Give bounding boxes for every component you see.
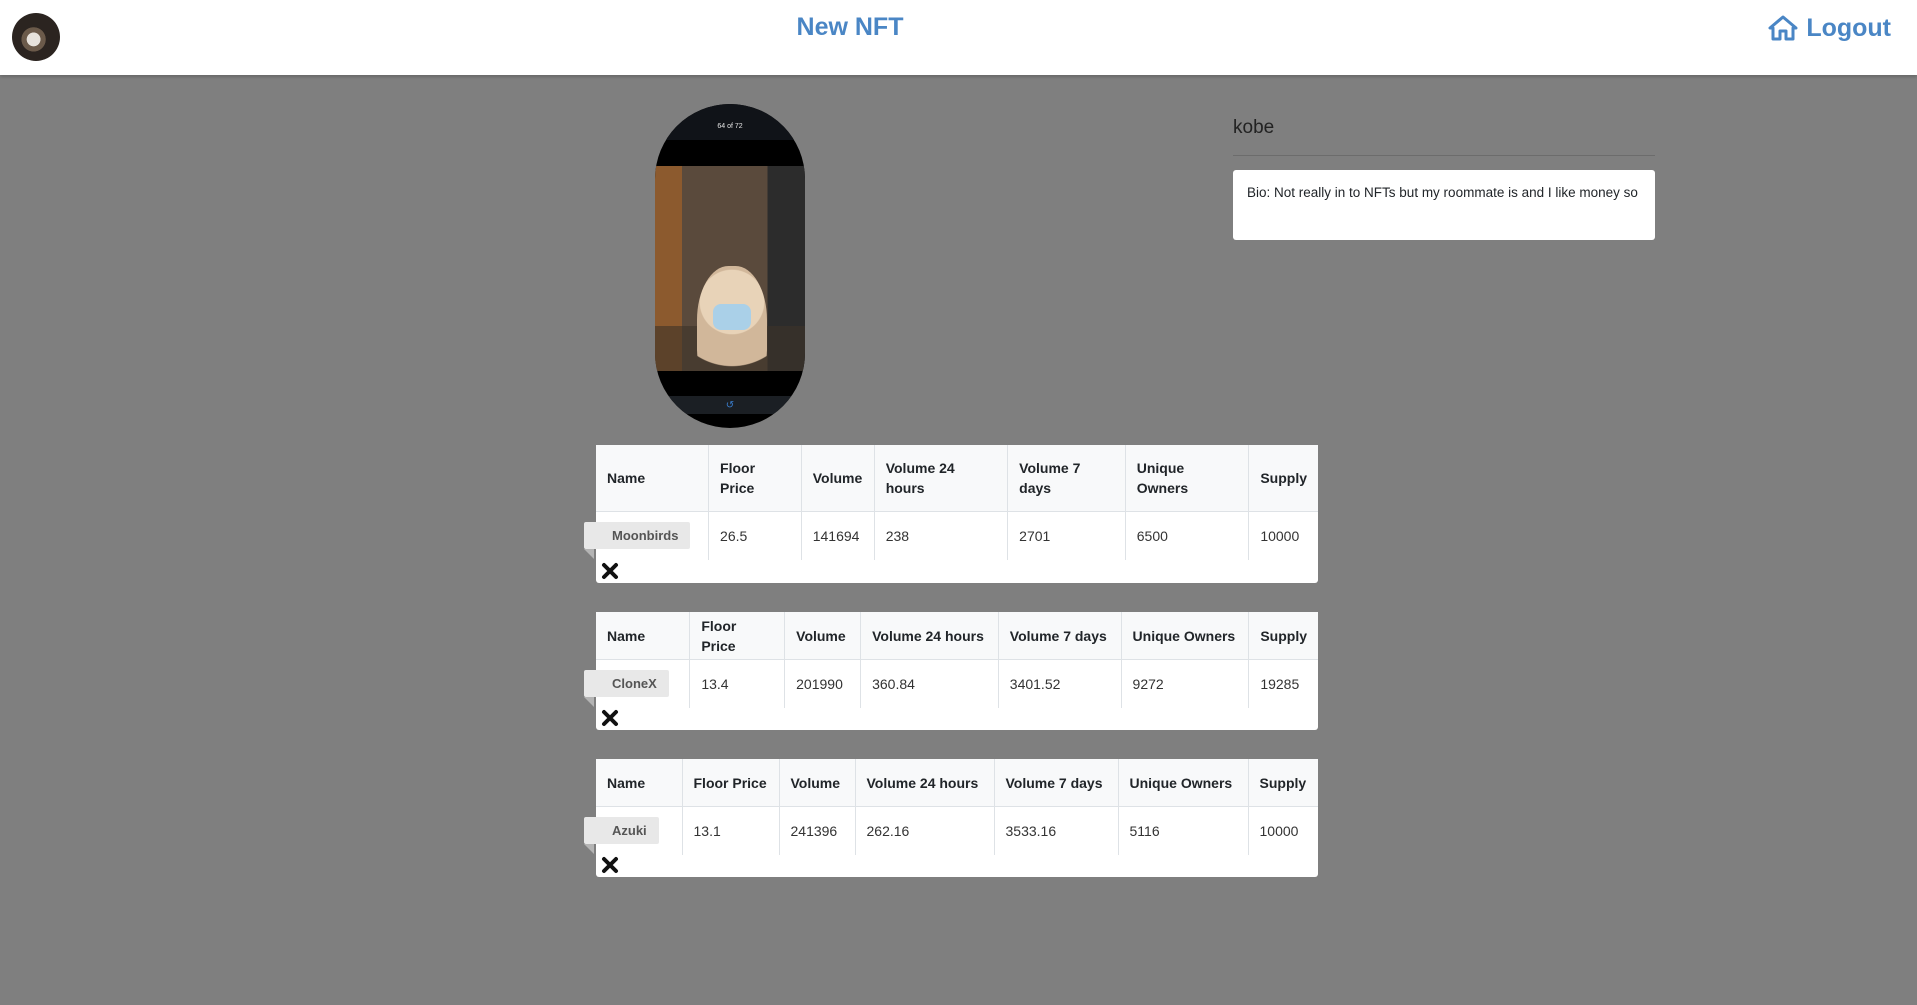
floor-price-cell: 13.1	[681, 806, 779, 855]
header-volume-24h: Volume 24 hours	[860, 612, 999, 660]
header-volume: Volume	[800, 445, 875, 512]
header-volume-24h: Volume 24 hours	[873, 445, 1008, 512]
header-volume-24h: Volume 24 hours	[854, 759, 994, 807]
dog-photo	[655, 166, 805, 386]
volume-cell: 141694	[800, 511, 875, 560]
name-cell: Moonbirds	[584, 512, 709, 561]
header-name: Name	[596, 759, 682, 807]
collection-card-moonbirds: Name Floor Price Volume Volume 24 hours …	[584, 445, 1318, 583]
dog-mask	[713, 304, 751, 330]
header-name: Name	[596, 445, 709, 512]
collection-table: Name Floor Price Volume Volume 24 hours …	[584, 445, 1318, 561]
volume-24h-cell: 262.16	[854, 806, 994, 855]
header-volume: Volume	[778, 759, 855, 807]
photo-header	[655, 104, 805, 140]
header-volume: Volume	[784, 612, 861, 660]
collection-name-tag[interactable]: Azuki	[584, 817, 659, 854]
logout-label: Logout	[1806, 13, 1891, 42]
volume-cell: 201990	[784, 659, 861, 708]
header-supply: Supply	[1248, 612, 1318, 660]
header-unique-owners: Unique Owners	[1124, 445, 1249, 512]
logout-button[interactable]: Logout	[1768, 12, 1891, 44]
supply-cell: 10000	[1247, 806, 1318, 855]
floor-price-cell: 26.5	[708, 511, 802, 560]
header-unique-owners: Unique Owners	[1117, 759, 1248, 807]
collection-table: Name Floor Price Volume Volume 24 hours …	[584, 759, 1318, 856]
header-supply: Supply	[1248, 445, 1318, 512]
volume-cell: 241396	[778, 806, 855, 855]
collection-card-azuki: Name Floor Price Volume Volume 24 hours …	[584, 759, 1318, 877]
unique-owners-cell: 9272	[1120, 659, 1249, 708]
header-supply: Supply	[1247, 759, 1318, 807]
header-volume-7d: Volume 7 days	[1007, 445, 1126, 512]
unique-owners-cell: 5116	[1117, 806, 1248, 855]
volume-7d-cell: 2701	[1007, 511, 1126, 560]
header-floor-price: Floor Price	[681, 759, 779, 807]
share-icon: ↺	[725, 400, 735, 411]
collection-table: Name Floor Price Volume Volume 24 hours …	[584, 612, 1318, 709]
header-floor-price: Floor Price	[689, 612, 785, 660]
table-row: Azuki 13.1 241396 262.16 3533.16 5116 10…	[584, 806, 1318, 856]
brand-link[interactable]: New NFT	[0, 13, 1700, 42]
unique-owners-cell: 6500	[1124, 511, 1249, 560]
home-icon	[1768, 15, 1798, 41]
photo-counter: 64 of 72	[717, 123, 743, 130]
name-cell: Azuki	[584, 807, 682, 856]
supply-cell: 19285	[1248, 659, 1318, 708]
table-row: CloneX 13.4 201990 360.84 3401.52 9272 1…	[584, 659, 1318, 709]
supply-cell: 10000	[1248, 511, 1318, 560]
header-unique-owners: Unique Owners	[1120, 612, 1249, 660]
close-icon[interactable]	[600, 561, 620, 581]
collection-name-tag[interactable]: Moonbirds	[584, 522, 691, 559]
close-icon[interactable]	[600, 855, 620, 875]
volume-7d-cell: 3533.16	[993, 806, 1118, 855]
navbar: New NFT Logout	[0, 0, 1917, 75]
header-name: Name	[596, 612, 690, 660]
header-volume-7d: Volume 7 days	[997, 612, 1122, 660]
header-floor-price: Floor Price	[708, 445, 802, 512]
volume-7d-cell: 3401.52	[997, 659, 1122, 708]
bio-box: Bio: Not really in to NFTs but my roomma…	[1233, 170, 1655, 240]
profile-picture: 64 of 72 ↺	[655, 104, 805, 428]
close-icon[interactable]	[600, 708, 620, 728]
name-cell: CloneX	[584, 660, 690, 709]
header-volume-7d: Volume 7 days	[993, 759, 1118, 807]
username: kobe	[1233, 117, 1275, 138]
table-row: Moonbirds 26.5 141694 238 2701 6500 1000…	[584, 511, 1318, 561]
floor-price-cell: 13.4	[689, 659, 785, 708]
volume-24h-cell: 238	[873, 511, 1008, 560]
collection-name-tag[interactable]: CloneX	[584, 670, 669, 707]
divider	[1233, 155, 1655, 156]
collection-card-clonex: Name Floor Price Volume Volume 24 hours …	[584, 612, 1318, 730]
volume-24h-cell: 360.84	[860, 659, 999, 708]
